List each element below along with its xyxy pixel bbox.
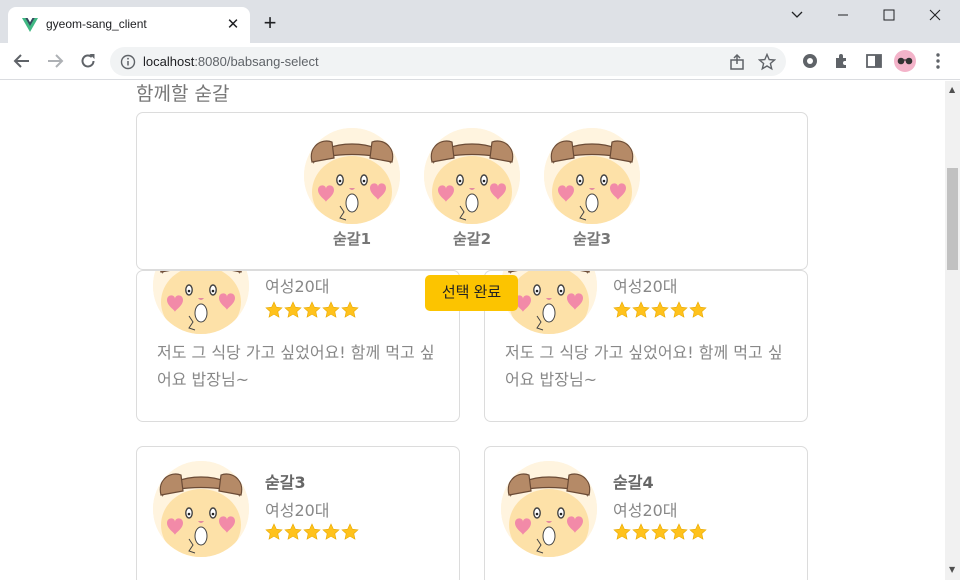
review-card: 여성20대 저도 그 식당 가고 싶었어요! 함께 먹고 싶어요 밥장님~: [136, 270, 460, 422]
address-bar[interactable]: localhost:8080/babsang-select: [110, 47, 786, 76]
url-path: :8080/babsang-select: [194, 54, 319, 69]
maximize-icon: [883, 9, 895, 21]
maximize-button[interactable]: [866, 0, 912, 30]
star-icon: [670, 301, 688, 319]
browser-tab[interactable]: gyeom-sang_client ✕: [8, 7, 250, 43]
url-host: localhost: [143, 54, 195, 69]
companion-name: 숟갈3: [572, 230, 612, 248]
avatar: [153, 270, 249, 334]
companion-item[interactable]: 숟갈3: [544, 128, 640, 249]
back-arrow-icon[interactable]: [12, 51, 32, 71]
browser-tab-bar: gyeom-sang_client ✕ +: [0, 0, 960, 43]
star-icon: [689, 301, 707, 319]
review-author-info: 여성20대: [265, 277, 330, 296]
star-icon: [284, 523, 302, 541]
review-text: 저도 그 식당 가고 싶었어요! 함께 먹고 싶어요 밥장님~: [157, 343, 435, 389]
selected-companions-panel: 숟갈1 숟갈2 숟갈3: [136, 112, 808, 270]
review-card: 숟갈3 여성20대: [136, 446, 460, 580]
star-icon: [632, 523, 650, 541]
companion-item[interactable]: 숟갈1: [304, 128, 400, 249]
scroll-down-arrow-icon[interactable]: ▼: [949, 565, 955, 574]
minimize-button[interactable]: [820, 0, 866, 30]
review-author-info: 여성20대: [265, 501, 330, 520]
forward-arrow-icon[interactable]: [45, 51, 65, 71]
puppy-character-image: [424, 128, 520, 224]
star-icon: [341, 301, 359, 319]
extensions-puzzle-icon[interactable]: [832, 51, 852, 71]
star-icon: [670, 523, 688, 541]
avatar: [544, 128, 640, 224]
menu-kebab-icon[interactable]: [928, 51, 948, 71]
puppy-character-image: [153, 270, 249, 334]
chevron-down-icon: [791, 11, 803, 18]
tab-title: gyeom-sang_client: [46, 17, 147, 31]
star-icon: [341, 523, 359, 541]
review-author-info: 여성20대: [613, 501, 678, 520]
new-tab-button[interactable]: +: [260, 12, 280, 34]
star-icon: [689, 523, 707, 541]
review-author-name: 숟갈4: [613, 473, 654, 492]
url-text[interactable]: localhost:8080/babsang-select: [143, 54, 319, 69]
close-window-button[interactable]: [912, 0, 958, 30]
rating-stars: [613, 523, 707, 543]
review-card: 숟갈4 여성20대: [484, 446, 808, 580]
review-author-name: 숟갈3: [265, 473, 306, 492]
star-icon: [613, 301, 631, 319]
tab-search-button[interactable]: [774, 0, 820, 30]
bookmark-star-icon[interactable]: [758, 53, 776, 71]
tab-close-icon[interactable]: ✕: [224, 15, 242, 33]
avatar: [153, 461, 249, 557]
companion-name: 숟갈2: [452, 230, 492, 248]
star-icon: [265, 301, 283, 319]
review-text: 저도 그 식당 가고 싶었어요! 함께 먹고 싶어요 밥장님~: [505, 343, 783, 389]
star-icon: [303, 301, 321, 319]
profile-avatar[interactable]: [894, 50, 916, 72]
close-icon: [929, 9, 941, 21]
review-card: 여성20대 저도 그 식당 가고 싶었어요! 함께 먹고 싶어요 밥장님~: [484, 270, 808, 422]
star-icon: [632, 301, 650, 319]
vue-logo-icon: [22, 18, 38, 32]
reload-icon[interactable]: [78, 51, 98, 71]
puppy-character-image: [304, 128, 400, 224]
avatar: [304, 128, 400, 224]
star-icon: [322, 301, 340, 319]
puppy-character-image: [153, 461, 249, 557]
companion-item[interactable]: 숟갈2: [424, 128, 520, 249]
extension-gear-icon[interactable]: [800, 51, 820, 71]
star-icon: [284, 301, 302, 319]
review-author-info: 여성20대: [613, 277, 678, 296]
puppy-character-image: [544, 128, 640, 224]
share-icon[interactable]: [728, 53, 746, 71]
star-icon: [303, 523, 321, 541]
select-complete-button[interactable]: 선택 완료: [425, 275, 518, 311]
puppy-character-image: [501, 461, 597, 557]
star-icon: [651, 523, 669, 541]
star-icon: [265, 523, 283, 541]
sunglasses-avatar-icon: [897, 57, 913, 65]
rating-stars: [613, 301, 707, 321]
page-scrollbar[interactable]: ▲ ▼: [945, 81, 960, 580]
scroll-thumb[interactable]: [947, 168, 958, 270]
browser-toolbar: localhost:8080/babsang-select: [0, 43, 960, 80]
rating-stars: [265, 301, 359, 321]
avatar: [424, 128, 520, 224]
page-viewport: 함께할 숟갈 여성20대 저도 그 식당 가고 싶었어요! 함께 먹고 싶어요 …: [0, 81, 945, 580]
section-title: 함께할 숟갈: [136, 83, 230, 105]
companion-name: 숟갈1: [332, 230, 372, 248]
info-icon[interactable]: [120, 54, 136, 70]
star-icon: [322, 523, 340, 541]
star-icon: [651, 301, 669, 319]
rating-stars: [265, 523, 359, 543]
scroll-up-arrow-icon[interactable]: ▲: [949, 85, 955, 94]
side-panel-icon[interactable]: [864, 51, 884, 71]
star-icon: [613, 523, 631, 541]
minimize-icon: [838, 14, 848, 16]
avatar: [501, 461, 597, 557]
